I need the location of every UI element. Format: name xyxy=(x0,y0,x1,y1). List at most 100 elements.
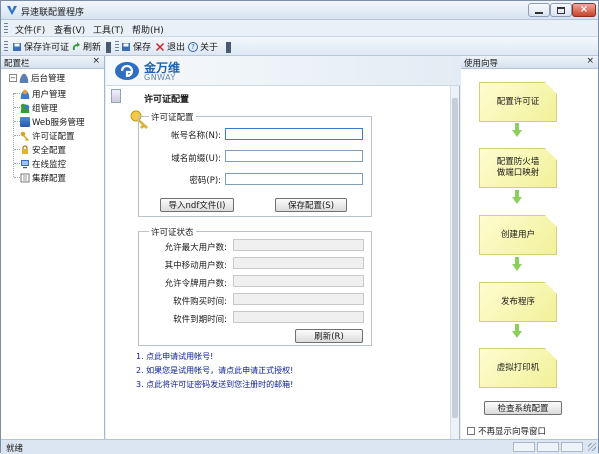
minimize-button[interactable] xyxy=(528,3,550,17)
tree-item-users[interactable]: 用户管理 xyxy=(20,88,66,100)
menu-view[interactable]: 查看(V) xyxy=(54,23,85,36)
config-panel-close-icon[interactable]: × xyxy=(92,56,100,66)
wizard-panel-close-icon[interactable]: × xyxy=(586,56,594,66)
license-config-group: 许可证配置 帐号名称(N): 域名前缀(U): 密码(P): 导入ndf文件(I… xyxy=(138,111,372,217)
status-text: 就绪 xyxy=(6,444,24,454)
lock-icon xyxy=(22,145,28,154)
refresh-button[interactable]: 刷新 xyxy=(71,39,101,54)
arrow-down-icon xyxy=(512,123,522,137)
config-panel-header: 配置栏 × xyxy=(1,56,104,69)
scrollbar-thumb[interactable] xyxy=(452,98,458,418)
monitor-icon xyxy=(21,160,29,169)
expiry-date-value xyxy=(233,311,364,323)
tree-item-groups[interactable]: 组管理 xyxy=(20,102,58,114)
about-button[interactable]: ? 关于 xyxy=(188,39,218,54)
menu-help[interactable]: 帮助(H) xyxy=(132,23,164,36)
section-title: 许可证配置 xyxy=(144,95,190,105)
save-label: 保存 xyxy=(133,43,152,53)
import-ndf-button[interactable]: 导入ndf文件(I) xyxy=(160,198,234,212)
status-panel-1 xyxy=(513,442,535,452)
tree-root[interactable]: − 后台管理 xyxy=(9,72,65,84)
tree-root-label: 后台管理 xyxy=(31,74,66,84)
menu-file[interactable]: 文件(F) xyxy=(15,23,45,36)
purchase-date-value xyxy=(233,293,364,305)
toolbar-overflow-2[interactable] xyxy=(226,42,231,53)
check-system-button[interactable]: 检查系统配置 xyxy=(484,401,562,415)
tree-item-web-service[interactable]: Web服务管理 xyxy=(20,116,85,128)
tree-item-label: Web服务管理 xyxy=(32,118,85,128)
tree-item-label: 集群配置 xyxy=(32,174,67,184)
license-status-legend: 许可证状态 xyxy=(149,226,196,238)
license-config-legend: 许可证配置 xyxy=(149,111,196,123)
tree-item-label: 许可证配置 xyxy=(32,132,75,142)
save-icon xyxy=(122,42,130,51)
wizard-step-publish[interactable]: 发布程序 xyxy=(479,282,557,322)
wizard-step-firewall[interactable]: 配置防火墙 做端口映射 xyxy=(479,148,557,188)
window-title: 异速联配置程序 xyxy=(21,8,85,18)
checkbox-box[interactable] xyxy=(467,427,475,435)
send-password-link[interactable]: 3. 点此将许可证密码发送到您注册时的邮箱! xyxy=(136,379,293,390)
toolbar-grip-2[interactable] xyxy=(115,41,119,52)
exit-label: 退出 xyxy=(167,43,186,53)
close-button[interactable]: × xyxy=(572,3,596,17)
main-window: 异速联配置程序 × 文件(F) 查看(V) 工具(T) 帮助(H) 保存许可证 … xyxy=(0,0,599,454)
account-input[interactable] xyxy=(225,128,363,140)
expiry-date-label: 软件到期时间: xyxy=(173,315,227,325)
refresh-status-button[interactable]: 刷新(R) xyxy=(295,329,363,343)
gnway-logo-icon xyxy=(115,62,139,80)
status-panel-3 xyxy=(561,442,583,452)
exit-button[interactable]: 退出 xyxy=(155,39,185,54)
group-icon xyxy=(20,103,30,113)
main-content: 金万维 GNWAY 许可证配置 许可证配置 帐号名称(N): 域名前缀(U): … xyxy=(106,56,460,439)
password-input[interactable] xyxy=(225,173,363,185)
tree-item-monitor[interactable]: 在线监控 xyxy=(20,158,66,170)
save-config-button[interactable]: 保存配置(S) xyxy=(275,198,347,212)
maximize-button[interactable] xyxy=(550,3,572,17)
hide-wizard-checkbox[interactable]: 不再显示向导窗口 xyxy=(467,425,546,437)
toolbar-overflow-1[interactable] xyxy=(106,42,111,53)
menubar-grip[interactable] xyxy=(4,23,8,34)
title-bar: 异速联配置程序 × xyxy=(1,1,598,20)
config-panel: 配置栏 × − 后台管理 用户管理 组管理 Web服务管理 许可证配置 安全配置… xyxy=(1,56,105,439)
apply-trial-link[interactable]: 1. 点此申请试用帐号! xyxy=(136,351,213,362)
wizard-step-create-user[interactable]: 创建用户 xyxy=(479,215,557,255)
save-license-button[interactable]: 保存许可证 xyxy=(12,39,69,54)
apply-formal-license-link[interactable]: 2. 如果您是试用帐号，请点此申请正式授权! xyxy=(136,365,293,376)
account-label: 帐号名称(N): xyxy=(171,131,221,141)
domain-prefix-input[interactable] xyxy=(225,150,363,162)
license-status-group: 许可证状态 允许最大用户数: 其中移动用户数: 允许令牌用户数: 软件购买时间:… xyxy=(138,226,372,346)
wizard-step-license[interactable]: 配置许可证 xyxy=(479,82,557,122)
toolbar-grip[interactable] xyxy=(4,41,8,52)
mobile-users-label: 其中移动用户数: xyxy=(164,261,227,271)
wizard-step-label: 创建用户 xyxy=(500,229,535,240)
collapse-icon[interactable]: − xyxy=(9,74,17,82)
wizard-step-label: 配置防火墙 做端口映射 xyxy=(496,157,540,178)
exit-icon xyxy=(156,42,164,51)
save-license-icon xyxy=(13,42,21,51)
menu-tools[interactable]: 工具(T) xyxy=(93,23,124,36)
main-scrollbar[interactable] xyxy=(450,86,459,439)
key-icon xyxy=(20,131,29,141)
tree-item-label: 在线监控 xyxy=(32,160,67,170)
tree-item-security[interactable]: 安全配置 xyxy=(20,144,66,156)
web-service-icon xyxy=(20,117,30,127)
password-label: 密码(P): xyxy=(189,176,221,186)
brand-banner: 金万维 GNWAY xyxy=(106,56,460,86)
wizard-panel: 使用向导 × 配置许可证 配置防火墙 做端口映射 创建用户 发布程序 虚拟打印机… xyxy=(461,56,598,439)
refresh-label: 刷新 xyxy=(83,43,102,53)
config-panel-title: 配置栏 xyxy=(4,59,30,69)
logo-text-en: GNWAY xyxy=(144,73,176,82)
tree-item-label: 用户管理 xyxy=(32,90,67,100)
domain-prefix-label: 域名前缀(U): xyxy=(171,154,221,164)
resize-grip[interactable] xyxy=(588,443,596,451)
tree-item-license[interactable]: 许可证配置 xyxy=(20,130,75,142)
panel-toggle-handle[interactable] xyxy=(111,89,121,103)
wizard-step-printer[interactable]: 虚拟打印机 xyxy=(479,348,557,388)
status-panel-2 xyxy=(537,442,559,452)
minimize-icon xyxy=(535,11,543,14)
token-users-label: 允许令牌用户数: xyxy=(164,279,227,289)
tree-item-cluster[interactable]: 集群配置 xyxy=(20,172,66,184)
save-button[interactable]: 保存 xyxy=(121,39,151,54)
app-icon xyxy=(7,6,17,15)
max-users-value xyxy=(233,239,364,251)
